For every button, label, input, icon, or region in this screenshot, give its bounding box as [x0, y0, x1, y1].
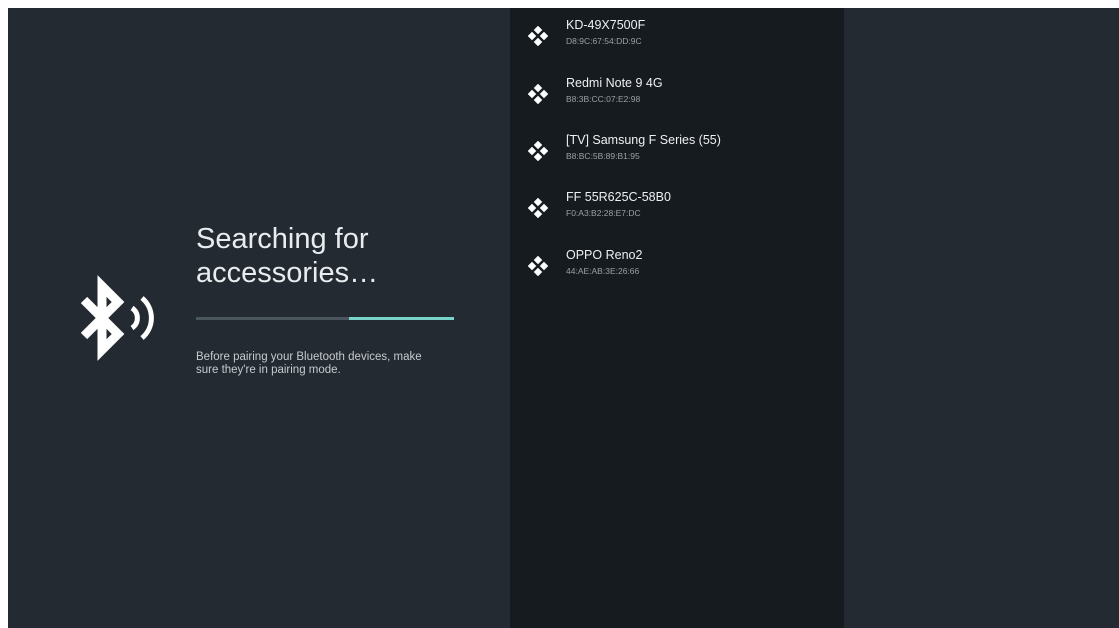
- device-item[interactable]: KD-49X7500F D8:9C:67:54:DD:9C: [510, 12, 844, 62]
- device-item[interactable]: FF 55R625C-58B0 F0:A3:B2:28:E7:DC: [510, 184, 844, 234]
- title-line-1: Searching for: [196, 223, 369, 255]
- gamepad-icon: [528, 26, 548, 46]
- device-item[interactable]: [TV] Samsung F Series (55) B8:BC:5B:89:B…: [510, 127, 844, 177]
- empty-side-pane: [844, 8, 1119, 628]
- hint-line-1: Before pairing your Bluetooth devices, m…: [196, 351, 422, 363]
- device-name: Redmi Note 9 4G: [566, 76, 663, 90]
- device-mac-address: 44:AE:AB:3E:26:66: [566, 266, 640, 276]
- screen: Searching for accessories… Before pairin…: [8, 8, 1119, 628]
- device-name: FF 55R625C-58B0: [566, 190, 671, 204]
- device-mac-address: D8:9C:67:54:DD:9C: [566, 36, 642, 46]
- device-mac-address: B8:3B:CC:07:E2:98: [566, 94, 641, 104]
- device-mac-address: F0:A3:B2:28:E7:DC: [566, 208, 641, 218]
- bluetooth-searching-icon: [80, 275, 154, 361]
- device-item[interactable]: OPPO Reno2 44:AE:AB:3E:26:66: [510, 242, 844, 292]
- page-title: Searching for accessories…: [196, 222, 496, 290]
- pairing-info-pane: Searching for accessories… Before pairin…: [8, 8, 510, 628]
- device-name: [TV] Samsung F Series (55): [566, 133, 721, 147]
- device-name: KD-49X7500F: [566, 18, 646, 32]
- search-progress-indicator: [349, 317, 454, 320]
- gamepad-icon: [528, 256, 548, 276]
- device-name: OPPO Reno2: [566, 248, 643, 262]
- search-progress-bar: [196, 317, 454, 320]
- title-line-2: accessories…: [196, 257, 379, 289]
- pairing-hint: Before pairing your Bluetooth devices, m…: [196, 351, 466, 377]
- device-list-pane: KD-49X7500F D8:9C:67:54:DD:9C Redmi Note…: [510, 8, 844, 628]
- gamepad-icon: [528, 84, 548, 104]
- device-item[interactable]: Redmi Note 9 4G B8:3B:CC:07:E2:98: [510, 70, 844, 120]
- gamepad-icon: [528, 198, 548, 218]
- gamepad-icon: [528, 141, 548, 161]
- device-mac-address: B8:BC:5B:89:B1:95: [566, 151, 640, 161]
- hint-line-2: sure they're in pairing mode.: [196, 364, 341, 376]
